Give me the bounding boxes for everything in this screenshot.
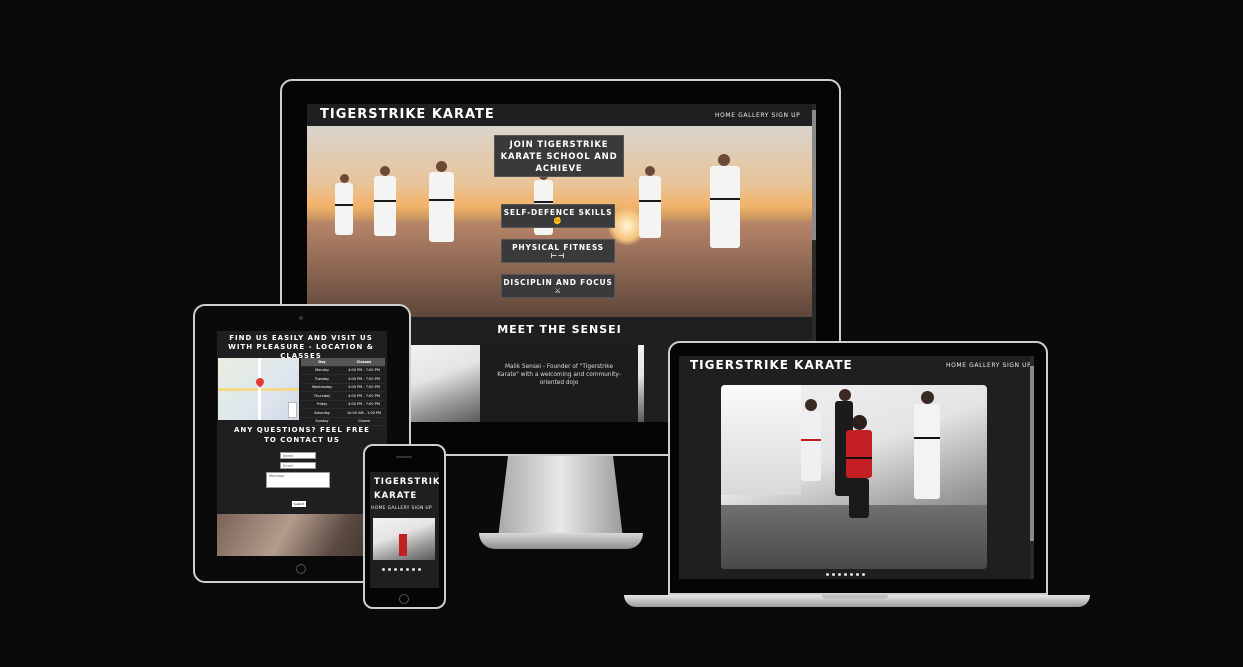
brand-line-1: TIGERSTRIKE <box>374 477 439 487</box>
map-road <box>258 358 261 420</box>
name-field[interactable]: Name <box>280 452 316 459</box>
join-card: JOIN TIGERSTRIKE KARATE SCHOOL AND ACHIE… <box>495 136 623 176</box>
feature-label: SELF-DEFENCE SKILLS <box>503 208 613 217</box>
brand-logo[interactable]: TIGERSTRIKE KARATE <box>374 475 439 503</box>
sensei-caption: Malik Sensei - Founder of "Tigerstrike K… <box>480 345 638 422</box>
window-light <box>721 385 801 495</box>
nav-home[interactable]: HOME <box>371 506 386 511</box>
nav-home[interactable]: HOME <box>946 362 967 369</box>
table-cell: 4:00 PM - 7:00 PM <box>348 368 380 373</box>
email-field[interactable]: Email <box>280 462 316 469</box>
nav-signup[interactable]: SIGN UP <box>772 112 801 119</box>
scrollbar-thumb[interactable] <box>812 110 816 240</box>
monitor-base <box>479 533 643 549</box>
phone-screen: TIGERSTRIKE KARATE HOME GALLERY SIGN UP <box>370 472 439 588</box>
table-row: Wednesday 4:00 PM - 7:00 PM <box>301 384 385 392</box>
table-header-day: Day <box>318 359 326 364</box>
camera-icon <box>299 316 303 320</box>
feature-card: DISCIPLIN AND FOCUS ⚔ <box>502 275 614 297</box>
nav-gallery[interactable]: GALLERY <box>969 362 1000 369</box>
table-cell: Saturday <box>314 410 330 415</box>
feature-label: DISCIPLIN AND FOCUS <box>503 278 613 287</box>
table-header-classes: Classes <box>356 359 372 364</box>
laptop-screen: TIGERSTRIKE KARATE HOME GALLERY SIGN UP <box>679 356 1034 579</box>
main-nav: HOME GALLERY SIGN UP <box>715 112 800 119</box>
tablet-screen: FIND US EASILY AND VISIT US WITH PLEASUR… <box>217 331 387 556</box>
table-row: Monday 4:00 PM - 7:00 PM <box>301 367 385 375</box>
table-cell: Thursday <box>313 393 331 398</box>
brand-line-2: KARATE <box>374 491 418 501</box>
gallery-image <box>373 518 435 560</box>
table-cell: Wednesday <box>311 385 333 390</box>
location-map[interactable] <box>218 358 299 420</box>
home-button-icon[interactable] <box>296 564 306 574</box>
table-cell: Friday <box>316 402 328 407</box>
hero-image: JOIN TIGERSTRIKE KARATE SCHOOL AND ACHIE… <box>307 126 812 317</box>
carousel-dots[interactable] <box>824 573 866 576</box>
location-heading: FIND US EASILY AND VISIT US WITH PLEASUR… <box>228 334 374 360</box>
home-button-icon[interactable] <box>399 594 409 604</box>
nav-gallery[interactable]: GALLERY <box>388 506 410 511</box>
table-cell: 4:00 PM - 7:00 PM <box>348 376 380 381</box>
nav-signup[interactable]: SIGN UP <box>1003 362 1032 369</box>
gallery-image <box>721 385 987 569</box>
nav-home[interactable]: HOME <box>715 112 736 119</box>
phone-device: TIGERSTRIKE KARATE HOME GALLERY SIGN UP <box>363 444 446 609</box>
table-cell: 4:00 PM - 7:00 PM <box>348 393 380 398</box>
sensei-image-right <box>638 345 644 422</box>
brand-logo[interactable]: TIGERSTRIKE KARATE <box>320 107 495 122</box>
table-cell: 4:00 PM - 7:00 PM <box>348 385 380 390</box>
main-nav: HOME GALLERY SIGN UP <box>946 362 1031 369</box>
table-cell: Sunday <box>315 419 329 424</box>
table-cell: Closed <box>358 419 370 424</box>
nav-gallery[interactable]: GALLERY <box>738 112 769 119</box>
dumbbell-icon: ⊢⊣ <box>550 252 566 260</box>
monitor-stand <box>498 456 623 538</box>
brand-logo[interactable]: TIGERSTRIKE KARATE <box>690 358 853 372</box>
child-red-gi <box>399 534 407 556</box>
speaker-icon <box>396 456 412 458</box>
feature-card: SELF-DEFENCE SKILLS ✊ <box>502 205 614 227</box>
scrollbar[interactable] <box>1030 356 1034 579</box>
submit-button[interactable]: Submit <box>292 501 306 507</box>
sensei-image-left <box>410 345 480 422</box>
contact-heading: ANY QUESTIONS? FEEL FREE TO CONTACT US <box>234 426 370 444</box>
carousel-dots[interactable] <box>380 568 422 571</box>
table-row: Saturday 10:00 AM - 1:00 PM <box>301 409 385 418</box>
table-row: Thursday 4:00 PM - 7:00 PM <box>301 392 385 401</box>
table-cell: Monday <box>315 368 329 373</box>
feature-label: PHYSICAL FITNESS <box>512 243 604 252</box>
scrollbar-thumb[interactable] <box>1030 366 1034 541</box>
sensei-text: Malik Sensei - Founder of "Tigerstrike K… <box>497 364 621 386</box>
laptop-device: TIGERSTRIKE KARATE HOME GALLERY SIGN UP <box>668 341 1048 595</box>
table-cell: 10:00 AM - 1:00 PM <box>346 410 382 415</box>
site-header: TIGERSTRIKE KARATE HOME GALLERY SIGN UP <box>307 104 816 126</box>
table-cell: Tuesday <box>314 376 330 381</box>
fist-icon: ✊ <box>553 217 563 225</box>
map-pin-icon <box>254 376 266 388</box>
map-zoom-icon[interactable] <box>288 402 297 418</box>
feature-card: PHYSICAL FITNESS ⊢⊣ <box>502 240 614 262</box>
classes-table: Day Classes Monday 4:00 PM - 7:00 PM Tues… <box>301 358 385 426</box>
crossed-swords-icon: ⚔ <box>554 287 562 295</box>
message-field[interactable]: Message <box>266 472 330 488</box>
nav-signup[interactable]: SIGN UP <box>411 506 432 511</box>
gallery-image <box>217 514 387 556</box>
table-cell: 4:00 PM - 7:00 PM <box>348 402 380 407</box>
laptop-notch <box>822 595 888 599</box>
table-row: Tuesday 4:00 PM - 7:00 PM <box>301 375 385 384</box>
table-row: Friday 4:00 PM - 7:00 PM <box>301 401 385 409</box>
main-nav: HOME GALLERY SIGN UP <box>371 506 432 511</box>
